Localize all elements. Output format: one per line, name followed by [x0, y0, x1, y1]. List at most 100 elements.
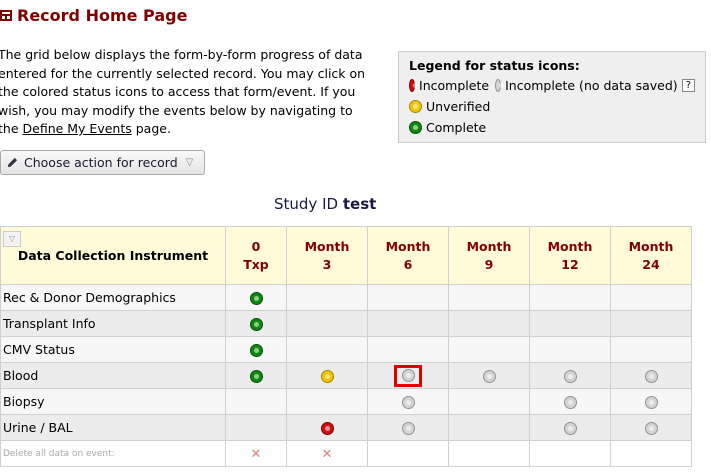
- define-my-events-link[interactable]: Define My Events: [23, 121, 132, 136]
- status-cell: [529, 362, 611, 389]
- incomplete-no-data-icon: [495, 79, 505, 92]
- table-row: CMV Status: [0, 336, 692, 363]
- status-gray-icon[interactable]: [644, 370, 658, 383]
- choose-action-button[interactable]: Choose action for record ▽: [0, 150, 205, 175]
- delete-cell: ✕: [225, 440, 287, 467]
- event-header: Month 6: [367, 226, 449, 285]
- choose-action-label: Choose action for record: [24, 155, 178, 170]
- instrument-name: Blood: [0, 362, 226, 389]
- status-cell: [286, 388, 368, 415]
- status-cell: [529, 336, 611, 363]
- status-red-icon[interactable]: [320, 422, 334, 435]
- instrument-name: Urine / BAL: [0, 414, 226, 441]
- status-gray-icon[interactable]: [644, 396, 658, 409]
- status-cell: [529, 284, 611, 311]
- status-cell: [225, 414, 287, 441]
- status-cell: [367, 336, 449, 363]
- delete-cell: ✕: [286, 440, 368, 467]
- legend-complete: Complete: [426, 120, 487, 135]
- status-cell: [367, 284, 449, 311]
- status-gray-icon[interactable]: [644, 422, 658, 435]
- status-yellow-icon[interactable]: [320, 370, 334, 383]
- status-legend: Legend for status icons: Incomplete Inco…: [398, 51, 706, 143]
- event-header: Month 12: [529, 226, 611, 285]
- delete-cell: [367, 440, 449, 467]
- delete-cell: [610, 440, 692, 467]
- status-gray-icon[interactable]: [401, 396, 415, 409]
- help-button[interactable]: ?: [681, 79, 695, 92]
- study-id-heading: Study ID test: [274, 195, 377, 213]
- status-cell: [610, 284, 692, 311]
- instrument-name: CMV Status: [0, 336, 226, 363]
- delete-cell: [529, 440, 611, 467]
- status-gray-icon[interactable]: [401, 369, 415, 382]
- status-cell: [225, 336, 287, 363]
- status-cell: [448, 414, 530, 441]
- legend-unverified: Unverified: [426, 99, 491, 114]
- status-cell: [286, 414, 368, 441]
- status-gray-icon[interactable]: [482, 370, 496, 383]
- status-cell: [367, 388, 449, 415]
- status-cell: [610, 310, 692, 337]
- unverified-icon: [409, 100, 422, 113]
- highlight-box: [394, 364, 422, 387]
- status-cell: [286, 284, 368, 311]
- table-row: Blood: [0, 362, 692, 389]
- status-green-icon[interactable]: [249, 318, 263, 331]
- legend-incomplete-nodata: Incomplete (no data saved): [505, 78, 678, 93]
- status-cell: [448, 362, 530, 389]
- table-row: Transplant Info: [0, 310, 692, 337]
- delete-icon[interactable]: ✕: [322, 447, 333, 462]
- status-green-icon[interactable]: [249, 344, 263, 357]
- status-cell: [610, 336, 692, 363]
- status-cell: [367, 310, 449, 337]
- status-cell: [286, 310, 368, 337]
- event-header: Month 24: [610, 226, 692, 285]
- collapse-toggle-icon[interactable]: ▽: [3, 231, 21, 247]
- status-cell: [225, 284, 287, 311]
- table-icon: [0, 10, 12, 21]
- table-row: Biopsy: [0, 388, 692, 415]
- instrument-header: ▽ Data Collection Instrument: [0, 226, 226, 285]
- status-cell: [529, 310, 611, 337]
- status-cell: [610, 414, 692, 441]
- study-id-value: test: [342, 195, 377, 213]
- status-cell: [448, 310, 530, 337]
- status-cell: [529, 388, 611, 415]
- delete-icon[interactable]: ✕: [251, 447, 262, 462]
- status-green-icon[interactable]: [249, 370, 263, 383]
- delete-row: Delete all data on event: ✕ ✕: [0, 440, 692, 467]
- legend-incomplete: Incomplete: [419, 78, 490, 93]
- status-cell: [286, 336, 368, 363]
- table-row: Rec & Donor Demographics: [0, 284, 692, 311]
- delete-cell: [448, 440, 530, 467]
- instrument-name: Transplant Info: [0, 310, 226, 337]
- status-cell: [225, 388, 287, 415]
- table-row: Urine / BAL: [0, 414, 692, 441]
- status-green-icon[interactable]: [249, 292, 263, 305]
- status-gray-icon[interactable]: [563, 396, 577, 409]
- status-cell: [610, 362, 692, 389]
- record-status-grid: ▽ Data Collection Instrument 0 Txp Month 3…: [0, 226, 692, 467]
- page-title-text: Record Home Page: [17, 6, 188, 25]
- status-cell: [448, 388, 530, 415]
- status-cell: [225, 362, 287, 389]
- chevron-down-icon: ▽: [185, 157, 194, 168]
- status-cell: [448, 336, 530, 363]
- status-cell: [286, 362, 368, 389]
- instrument-name: Rec & Donor Demographics: [0, 284, 226, 311]
- page-title: Record Home Page: [0, 6, 187, 25]
- status-gray-icon[interactable]: [563, 370, 577, 383]
- delete-all-label: Delete all data on event:: [0, 440, 226, 467]
- status-gray-icon[interactable]: [401, 422, 415, 435]
- incomplete-icon: [409, 79, 419, 92]
- event-header: 0 Txp: [225, 226, 287, 285]
- event-header: Month 3: [286, 226, 368, 285]
- legend-heading: Legend for status icons:: [409, 58, 580, 73]
- intro-text: The grid below displays the form-by-form…: [0, 47, 366, 136]
- event-header: Month 9: [448, 226, 530, 285]
- status-cell: [367, 414, 449, 441]
- status-cell: [367, 362, 449, 389]
- status-gray-icon[interactable]: [563, 422, 577, 435]
- status-cell: [610, 388, 692, 415]
